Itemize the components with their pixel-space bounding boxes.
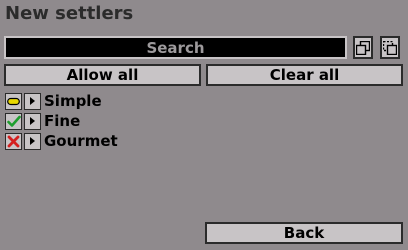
status-toggle-simple[interactable] <box>5 92 22 110</box>
chevron-right-icon <box>30 97 35 105</box>
copy-button[interactable] <box>353 36 373 59</box>
list-item-fine: Fine <box>5 112 80 130</box>
list-item-gourmet: Gourmet <box>5 132 118 150</box>
paste-button[interactable] <box>380 36 400 59</box>
item-label-simple: Simple <box>44 92 102 110</box>
search-label: Search <box>146 38 205 57</box>
item-label-gourmet: Gourmet <box>44 132 118 150</box>
expand-button-fine[interactable] <box>24 112 41 130</box>
paste-icon <box>383 40 397 55</box>
clear-all-button[interactable]: Clear all <box>206 64 403 86</box>
expand-button-gourmet[interactable] <box>24 132 41 150</box>
expand-button-simple[interactable] <box>24 92 41 110</box>
check-icon <box>6 115 21 127</box>
window-title: New settlers <box>5 3 134 24</box>
allow-all-button[interactable]: Allow all <box>4 64 201 86</box>
chevron-right-icon <box>30 117 35 125</box>
search-bar[interactable]: Search <box>4 36 347 59</box>
status-toggle-gourmet[interactable] <box>5 132 22 150</box>
minus-pill-icon <box>7 97 20 105</box>
copy-icon <box>356 40 370 55</box>
list-item-simple: Simple <box>5 92 102 110</box>
cross-icon <box>7 135 20 147</box>
item-label-fine: Fine <box>44 112 81 130</box>
status-toggle-fine[interactable] <box>5 112 22 130</box>
back-button[interactable]: Back <box>205 222 403 244</box>
chevron-right-icon <box>30 137 35 145</box>
